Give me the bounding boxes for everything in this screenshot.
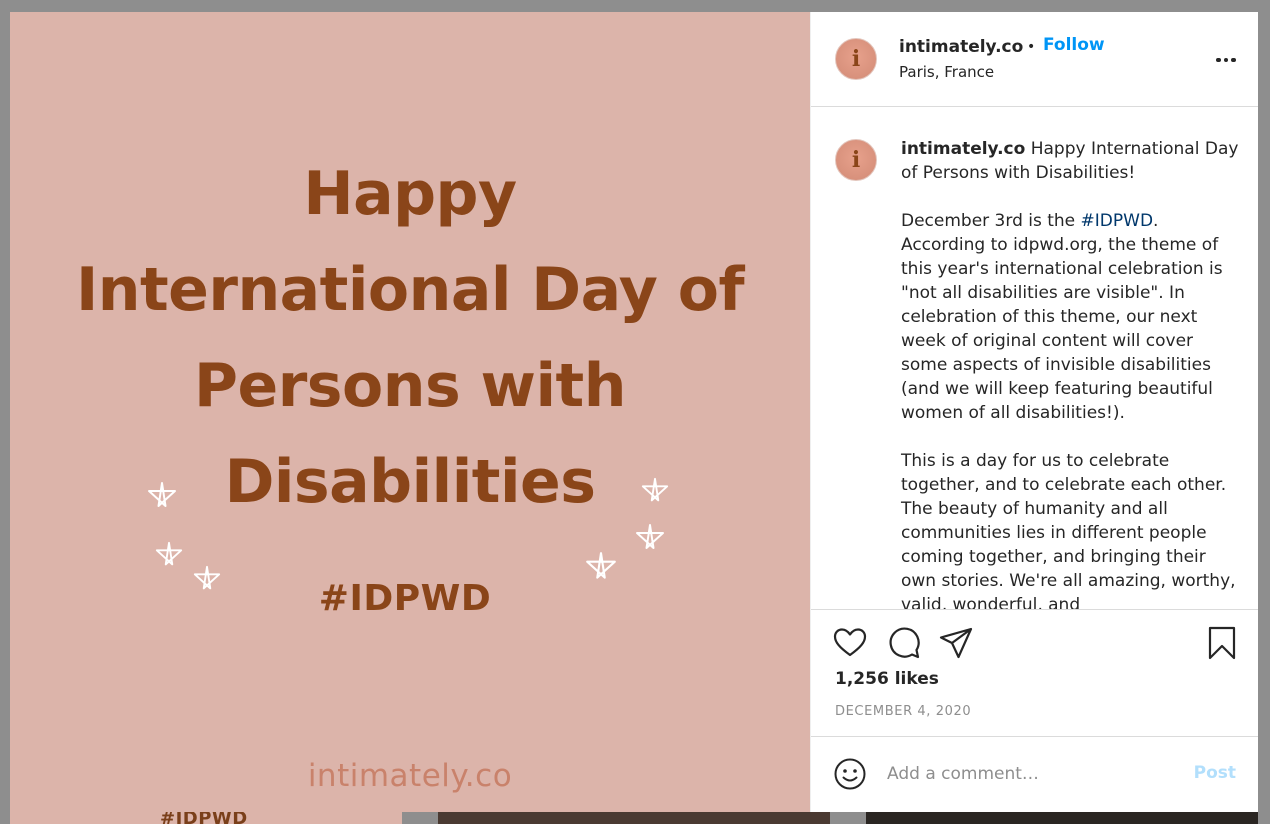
image-title: Happy International Day of Persons with …	[10, 146, 810, 530]
avatar-letter: i	[851, 147, 861, 173]
comment-input[interactable]	[887, 761, 1177, 787]
background-post-tile[interactable]	[866, 812, 1258, 824]
caption-text: . According to idpwd.org, the theme of t…	[901, 211, 1223, 423]
image-title-line: Disabilities	[224, 447, 596, 517]
caption-username-link[interactable]: intimately.co	[901, 139, 1025, 159]
comments-area[interactable]: i intimately.co Happy International Day …	[811, 107, 1258, 609]
image-brand: intimately.co	[307, 758, 513, 794]
more-options-icon[interactable]	[1214, 50, 1238, 70]
image-title-line: Persons with	[194, 351, 626, 421]
caption-text: December 3rd is the	[901, 211, 1081, 231]
background-post-tile[interactable]: #IDPWD	[10, 812, 402, 824]
star-doodle-icon	[641, 477, 669, 502]
caption-text: This is a day for us to celebrate togeth…	[901, 451, 1236, 609]
post-actions: 1,256 likes DECEMBER 4, 2020	[811, 609, 1258, 736]
post-date[interactable]: DECEMBER 4, 2020	[835, 704, 971, 719]
separator-dot: •	[1027, 39, 1036, 55]
background-post-tile[interactable]	[438, 812, 830, 824]
post-sidebar: i intimately.co • Follow Paris, France i…	[810, 12, 1258, 812]
post-modal: Happy International Day of Persons with …	[10, 12, 1258, 812]
post-header: i intimately.co • Follow Paris, France	[811, 12, 1258, 107]
image-title-line: International Day of	[75, 255, 745, 325]
comment-box: Post	[811, 736, 1258, 812]
follow-button[interactable]: Follow	[1043, 35, 1105, 55]
location-link[interactable]: Paris, France	[899, 63, 994, 81]
heart-icon[interactable]	[833, 626, 867, 660]
avatar[interactable]: i	[835, 139, 877, 181]
post-comment-button[interactable]: Post	[1194, 763, 1236, 783]
smiley-icon[interactable]	[833, 757, 867, 791]
hashtag-link[interactable]: #IDPWD	[1081, 211, 1154, 231]
post-image[interactable]: Happy International Day of Persons with …	[10, 12, 810, 812]
star-doodle-icon	[155, 541, 183, 566]
avatar-letter: i	[851, 46, 861, 72]
image-title-line: Happy	[303, 159, 517, 229]
username-link[interactable]: intimately.co	[899, 37, 1023, 57]
avatar[interactable]: i	[835, 38, 877, 80]
paper-plane-icon[interactable]	[939, 626, 973, 660]
image-hashtag: #IDPWD	[318, 578, 492, 619]
background-tile-text: #IDPWD	[160, 812, 248, 824]
comment-icon[interactable]	[887, 626, 921, 660]
star-doodle-icon	[148, 482, 176, 507]
likes-count[interactable]: 1,256 likes	[835, 669, 939, 689]
bookmark-icon[interactable]	[1205, 626, 1239, 660]
star-doodle-icon	[636, 524, 664, 549]
caption: intimately.co Happy International Day of…	[901, 137, 1243, 609]
